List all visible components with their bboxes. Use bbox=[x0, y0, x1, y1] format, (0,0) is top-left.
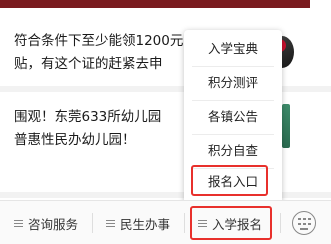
menu-item-town-announcements[interactable]: 各镇公告 bbox=[184, 100, 282, 134]
menu-item-points-evaluation[interactable]: 积分测评 bbox=[184, 66, 282, 100]
header-strip bbox=[0, 0, 310, 8]
keyboard-icon[interactable] bbox=[292, 211, 316, 235]
menu-icon bbox=[105, 219, 115, 228]
menu-item-admission-guide[interactable]: 入学宝典 bbox=[184, 32, 282, 66]
highlight-box bbox=[190, 206, 272, 240]
bottom-tab-bar: 咨询服务 民生办事 入学报名 bbox=[0, 200, 331, 244]
article-title-line: 符合条件下至少能领1200元 bbox=[14, 33, 184, 49]
menu-icon bbox=[13, 219, 23, 228]
tab-livelihood-affairs[interactable]: 民生办事 bbox=[92, 201, 184, 244]
tab-label: 民生办事 bbox=[119, 216, 170, 232]
highlight-box bbox=[191, 165, 268, 196]
tab-divider bbox=[280, 213, 281, 233]
tab-label: 咨询服务 bbox=[27, 216, 78, 232]
article-title-line: 普惠性民办幼儿园！ bbox=[14, 132, 136, 148]
article-thumbnail bbox=[282, 104, 290, 148]
menu-item-points-self-check[interactable]: 积分自查 bbox=[184, 134, 282, 168]
tab-consulting-service[interactable]: 咨询服务 bbox=[0, 201, 92, 244]
submenu-popup: 入学宝典 积分测评 各镇公告 积分自查 报名入口 bbox=[184, 30, 282, 209]
article-title-line: 贴，有这个证的赶紧去申 bbox=[14, 56, 163, 72]
article-title-line: 围观！东莞633所幼儿园 bbox=[14, 109, 162, 125]
article-title: 围观！东莞633所幼儿园 普惠性民办幼儿园！ bbox=[14, 106, 174, 152]
article-title: 符合条件下至少能领1200元 贴，有这个证的赶紧去申 bbox=[14, 30, 209, 76]
